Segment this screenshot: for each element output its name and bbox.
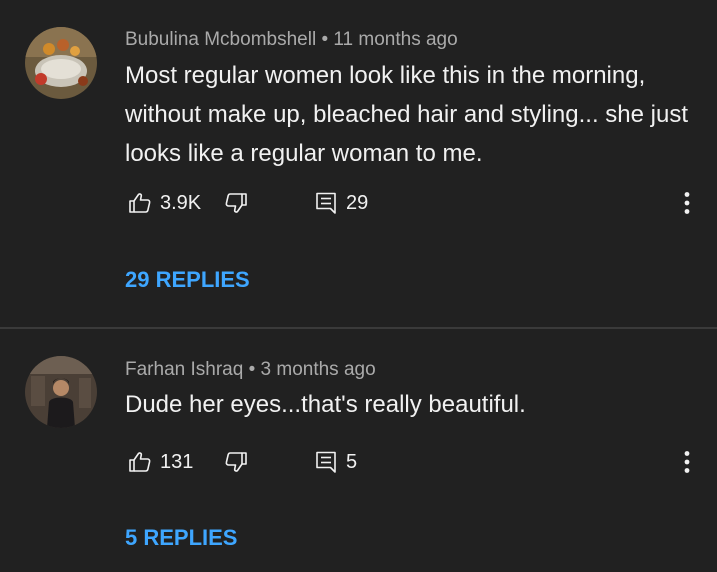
more-vert-icon <box>684 191 690 215</box>
comment-time[interactable]: 3 months ago <box>261 359 376 380</box>
comment-meta: Bubulina Mcbombshell • 11 months ago <box>125 29 458 51</box>
comment-meta: Farhan Ishraq • 3 months ago <box>125 359 376 381</box>
reply-count: 29 <box>346 191 369 214</box>
comment-text: Dude her eyes...that's really beautiful. <box>125 391 526 418</box>
thumbs-down-icon <box>224 450 248 474</box>
comment-item: Bubulina Mcbombshell • 11 months ago Mos… <box>0 0 717 328</box>
thumbs-up-icon <box>128 450 152 474</box>
dislike-button[interactable] <box>224 447 248 477</box>
meta-separator: • <box>248 359 256 380</box>
thumbs-up-icon <box>128 191 152 215</box>
meta-separator: • <box>321 29 329 50</box>
like-button[interactable]: 131 <box>128 447 193 477</box>
comment-text: Most regular women look like this in the… <box>125 62 688 167</box>
like-count: 131 <box>160 450 194 473</box>
avatar[interactable] <box>25 27 97 99</box>
thumbs-down-icon <box>224 191 248 215</box>
comment-item: Farhan Ishraq • 3 months ago Dude her ey… <box>0 329 717 572</box>
more-options-button[interactable] <box>675 447 699 477</box>
reply-icon <box>314 450 338 474</box>
reply-count: 5 <box>346 450 358 473</box>
more-options-button[interactable] <box>675 188 699 218</box>
comment-author[interactable]: Bubulina Mcbombshell <box>125 29 316 50</box>
like-count: 3.9K <box>160 191 202 214</box>
like-button[interactable]: 3.9K <box>128 188 201 218</box>
comment-time[interactable]: 11 months ago <box>333 29 457 50</box>
dislike-button[interactable] <box>224 188 248 218</box>
comment-author[interactable]: Farhan Ishraq <box>125 359 243 380</box>
view-replies-link[interactable]: 5 REPLIES <box>125 525 237 551</box>
avatar[interactable] <box>25 356 97 428</box>
reply-icon <box>314 191 338 215</box>
view-replies-link[interactable]: 29 REPLIES <box>125 267 250 293</box>
reply-button[interactable]: 29 <box>314 188 368 218</box>
more-vert-icon <box>684 450 690 474</box>
reply-button[interactable]: 5 <box>314 447 357 477</box>
